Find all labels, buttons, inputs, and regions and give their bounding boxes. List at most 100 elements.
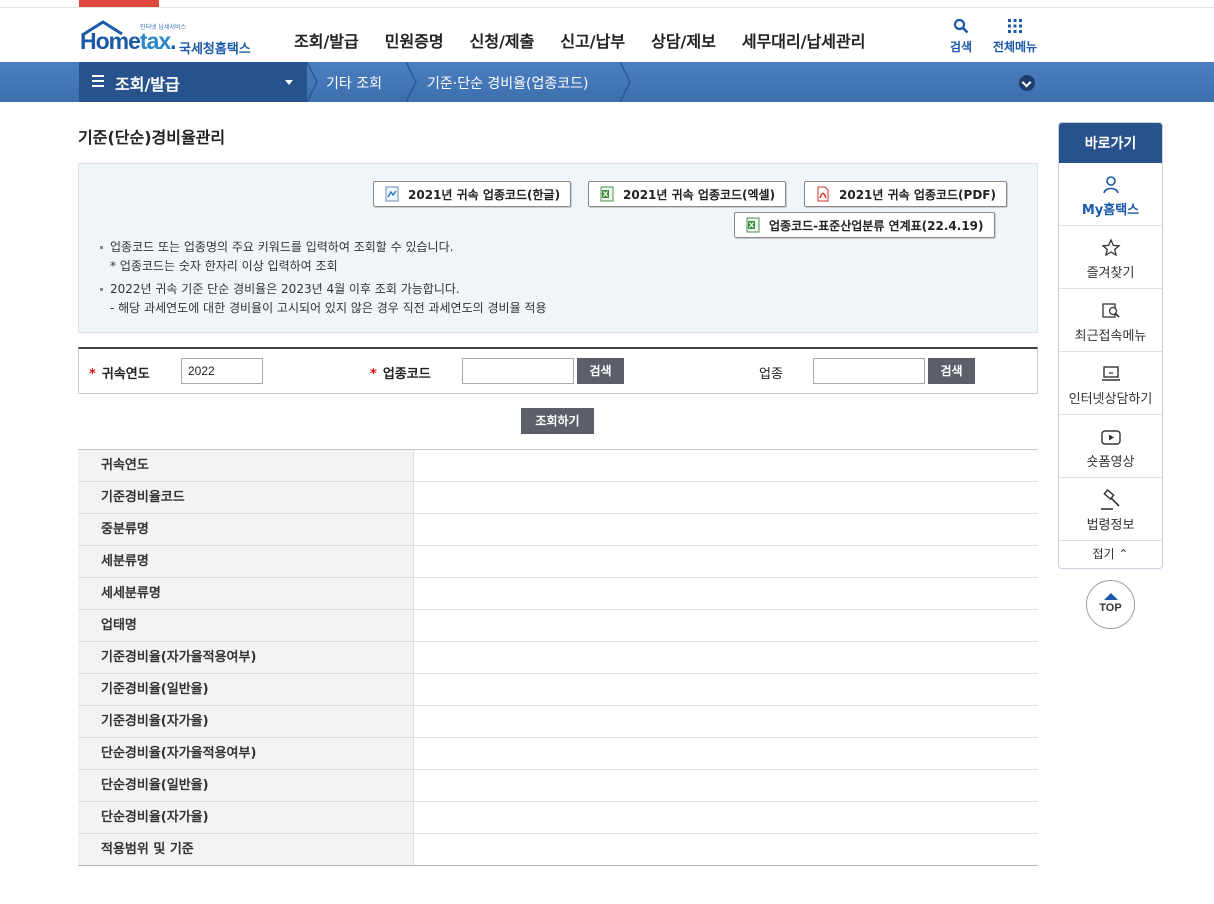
row-value	[414, 706, 1038, 737]
hometax-logo[interactable]: 인터넷 납세서비스 Hometax. 국세청홈택스	[78, 14, 263, 58]
result-table: 귀속연도 기준경비율코드 중분류명 세분류명 세세분류명 업태명 기준경비율(자…	[78, 449, 1038, 866]
row-header: 단순경비율(자가율적용여부)	[78, 738, 414, 769]
laptop-icon	[1059, 362, 1162, 386]
row-value	[414, 514, 1038, 545]
gnb-inquiry[interactable]: 조회/발급	[294, 28, 359, 52]
top-label: TOP	[1099, 602, 1122, 614]
query-button[interactable]: 조회하기	[521, 408, 594, 434]
row-value	[414, 834, 1038, 865]
row-header: 업태명	[78, 610, 414, 641]
play-icon	[1059, 425, 1162, 449]
scroll-top-button[interactable]: TOP	[1086, 580, 1135, 629]
gnb-certificates[interactable]: 민원증명	[385, 28, 444, 52]
quick-my-hometax[interactable]: My홈택스	[1059, 163, 1162, 226]
quick-menu-title: 바로가기	[1059, 123, 1162, 163]
table-row: 기준경비율(자가율)	[78, 706, 1038, 738]
quick-menu: 바로가기 My홈택스 즐겨찾기 최근접속메뉴 인터넷상담하기 숏폼영상 법령정보…	[1058, 122, 1163, 569]
logo-brand: Hometax.	[80, 28, 177, 54]
gnb-report-payment[interactable]: 신고/납부	[560, 28, 625, 52]
recent-search-icon	[1059, 299, 1162, 323]
search-form: *귀속연도 *업종코드 검색 업종 검색	[78, 347, 1038, 394]
code-search-button[interactable]: 검색	[577, 358, 624, 384]
industry-search-button[interactable]: 검색	[928, 358, 975, 384]
location-depth1[interactable]	[79, 62, 307, 102]
gnb-application[interactable]: 신청/제출	[470, 28, 535, 52]
quick-law-info[interactable]: 법령정보	[1059, 478, 1162, 541]
row-value	[414, 610, 1038, 641]
row-value	[414, 674, 1038, 705]
table-row: 단순경비율(자가율)	[78, 802, 1038, 834]
year-input[interactable]	[181, 358, 263, 384]
industry-name-input[interactable]	[813, 358, 925, 384]
table-row: 기준경비율코드	[78, 482, 1038, 514]
quick-fold-button[interactable]: 접기 ⌃	[1059, 541, 1162, 567]
row-header: 기준경비율(일반율)	[78, 674, 414, 705]
star-icon	[1059, 236, 1162, 260]
note-2-sub: - 해당 과세연도에 대한 경비율이 고시되어 있지 않은 경우 직전 과세연도…	[110, 301, 547, 315]
row-value	[414, 770, 1038, 801]
row-header: 세분류명	[78, 546, 414, 577]
row-header: 적용범위 및 기준	[78, 834, 414, 865]
all-menu-label: 전체메뉴	[992, 40, 1038, 54]
location-expand-button[interactable]	[1019, 75, 1035, 91]
arrow-up-icon	[1104, 593, 1118, 600]
table-row: 세분류명	[78, 546, 1038, 578]
row-header: 단순경비율(일반율)	[78, 770, 414, 801]
gnb-consult[interactable]: 상담/제보	[651, 28, 716, 52]
table-row: 중분류명	[78, 514, 1038, 546]
note-1: 업종코드 또는 업종명의 주요 키워드를 입력하여 조회할 수 있습니다.	[98, 238, 547, 257]
gnb-tax-agent[interactable]: 세무대리/납세관리	[742, 28, 866, 52]
quick-recent-menu[interactable]: 최근접속메뉴	[1059, 289, 1162, 352]
download-hwp-button[interactable]: 2021년 귀속 업종코드(한글)	[373, 181, 572, 207]
page-title: 기준(단순)경비율관리	[78, 128, 226, 147]
breadcrumb-expense-rate[interactable]: 기준·단순 경비율(업종코드)	[427, 73, 589, 93]
table-row: 기준경비율(일반율)	[78, 674, 1038, 706]
code-label: * 업종코드	[370, 367, 431, 382]
chevron-separator-icon	[406, 62, 417, 102]
header-search-button[interactable]: 검색	[947, 16, 975, 55]
download-industry-map-button[interactable]: 업종코드-표준산업분류 연계표(22.4.19)	[734, 212, 995, 238]
my-nts-tab[interactable]	[79, 0, 159, 7]
download-excel-button[interactable]: 2021년 귀속 업종코드(엑셀)	[588, 181, 787, 207]
chevron-separator-icon	[307, 62, 318, 102]
all-menu-button[interactable]: 전체메뉴	[990, 16, 1040, 55]
quick-online-consult[interactable]: 인터넷상담하기	[1059, 352, 1162, 415]
breadcrumb-other-inquiry[interactable]: 기타 조회	[326, 73, 382, 93]
row-value	[414, 546, 1038, 577]
required-mark: *	[89, 367, 96, 382]
caret-down-icon	[285, 80, 293, 85]
year-label: * 귀속연도	[89, 367, 150, 382]
row-value	[414, 738, 1038, 769]
table-row: 기준경비율(자가율적용여부)	[78, 642, 1038, 674]
chevron-up-icon: ⌃	[1118, 547, 1129, 561]
row-header: 중분류명	[78, 514, 414, 545]
note-1-sub: * 업종코드는 숫자 한자리 이상 입력하여 조회	[110, 259, 338, 273]
row-header: 귀속연도	[78, 450, 414, 481]
quick-favorites[interactable]: 즐겨찾기	[1059, 226, 1162, 289]
row-header: 기준경비율(자가율)	[78, 706, 414, 737]
location-bar: 조회/발급 기타 조회 기준·단순 경비율(업종코드)	[0, 62, 1214, 102]
quick-shortform-video-label: 숏폼영상	[1086, 455, 1135, 470]
chevron-separator-icon	[620, 62, 631, 102]
quick-online-consult-label: 인터넷상담하기	[1068, 392, 1153, 407]
grid-icon	[990, 16, 1040, 36]
quick-favorites-label: 즐겨찾기	[1086, 266, 1135, 281]
search-label: 검색	[949, 40, 973, 54]
hamburger-icon	[92, 75, 104, 87]
site-header: 인터넷 납세서비스 Hometax. 국세청홈택스 조회/발급 민원증명 신청/…	[0, 8, 1214, 62]
row-header: 세세분류명	[78, 578, 414, 609]
location-title: 조회/발급	[115, 75, 180, 94]
industry-code-input[interactable]	[462, 358, 574, 384]
person-icon	[1059, 173, 1162, 197]
download-pdf-button[interactable]: 2021년 귀속 업종코드(PDF)	[804, 181, 1007, 207]
row-value	[414, 482, 1038, 513]
quick-shortform-video[interactable]: 숏폼영상	[1059, 415, 1162, 478]
download-hwp-label: 2021년 귀속 업종코드(한글)	[408, 187, 561, 202]
required-mark: *	[370, 367, 377, 382]
download-excel-label: 2021년 귀속 업종코드(엑셀)	[623, 187, 776, 202]
table-row: 적용범위 및 기준	[78, 834, 1038, 866]
table-row: 업태명	[78, 610, 1038, 642]
row-header: 기준경비율코드	[78, 482, 414, 513]
table-row: 귀속연도	[78, 450, 1038, 482]
notes: 업종코드 또는 업종명의 주요 키워드를 입력하여 조회할 수 있습니다. * …	[98, 238, 547, 318]
